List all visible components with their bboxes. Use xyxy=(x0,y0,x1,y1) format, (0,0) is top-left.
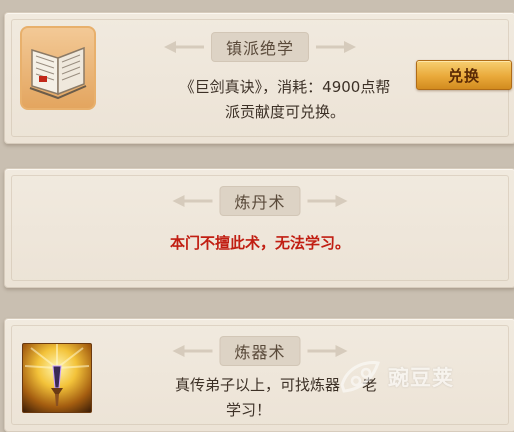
banner-ornament-right-icon xyxy=(314,38,358,56)
card-title: 镇派绝学 xyxy=(211,33,309,61)
banner-ornament-left-icon xyxy=(162,38,206,56)
card-description: 本门不擅此术，无法学习。 xyxy=(169,234,350,252)
book-icon xyxy=(29,46,87,100)
exchange-button[interactable]: 兑换 xyxy=(416,60,512,90)
card-title-banner: 镇派绝学 xyxy=(162,33,358,61)
smithing-skill-item[interactable] xyxy=(22,343,92,413)
sword-icon xyxy=(24,344,90,406)
card-description: 《巨剑真诀》，消耗：4900点帮 派贡献度可兑换。 xyxy=(179,78,391,121)
banner-ornament-right-icon xyxy=(306,192,350,210)
card-title: 炼器术 xyxy=(220,337,300,365)
pea-pod-logo-icon xyxy=(340,361,380,393)
banner-ornament-left-icon xyxy=(170,342,214,360)
watermark-logo: 豌豆荚 xyxy=(338,352,498,402)
alchemy-card: 炼丹术 本门不擅此术，无法学习。 xyxy=(4,168,514,288)
card-title-banner: 炼丹术 xyxy=(170,187,349,215)
card-title: 炼丹术 xyxy=(220,187,300,215)
card-title-banner: 炼器术 xyxy=(170,337,349,365)
watermark-text: 豌豆荚 xyxy=(388,366,454,390)
skill-book-item[interactable] xyxy=(20,26,96,110)
banner-ornament-left-icon xyxy=(170,192,214,210)
